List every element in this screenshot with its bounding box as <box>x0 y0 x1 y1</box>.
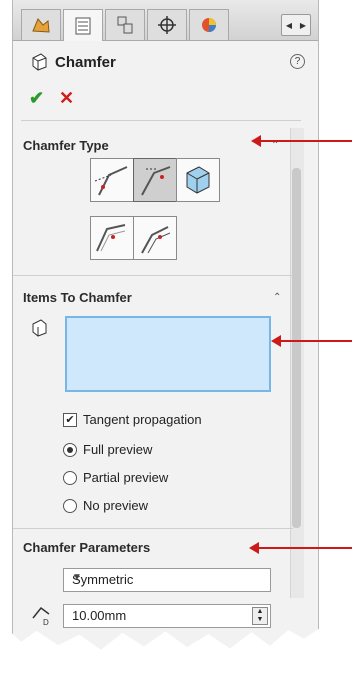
propertymanager-icon <box>75 17 91 34</box>
edge-face-selection-icon <box>32 319 47 337</box>
collapse-chevron-icon[interactable]: ⌃ <box>273 292 281 303</box>
tangent-propagation-checkbox[interactable]: ✔ Tangent propagation <box>63 412 202 427</box>
tab-featuremanager[interactable] <box>21 9 61 40</box>
manager-tab-bar: ◀ ▶ <box>13 0 318 41</box>
tab-propertymanager[interactable] <box>63 9 103 41</box>
chamfer-mode-dropdown[interactable]: Symmetric ▼ <box>63 568 271 592</box>
divider <box>21 120 301 121</box>
distance-distance-chamfer-icon <box>141 166 171 196</box>
featuremanager-icon <box>32 18 50 33</box>
distance-distance-chamfer-button[interactable] <box>133 158 177 202</box>
scrollbar-thumb[interactable] <box>292 168 301 528</box>
full-preview-radio[interactable]: Full preview <box>63 442 152 457</box>
radio-button[interactable] <box>63 470 77 485</box>
face-face-chamfer-icon <box>141 226 171 254</box>
vertex-chamfer-button[interactable] <box>176 158 220 202</box>
ok-button[interactable]: ✔ <box>29 88 44 109</box>
divider <box>13 275 293 276</box>
callout-arrow-chamfer-type <box>251 135 352 147</box>
checkbox-check-icon[interactable]: ✔ <box>63 412 77 427</box>
full-preview-label: Full preview <box>83 442 153 457</box>
scroll-left-icon[interactable]: ◀ <box>286 21 292 30</box>
tangent-propagation-label: Tangent propagation <box>83 412 202 427</box>
cancel-button[interactable]: ✕ <box>59 88 74 109</box>
tab-dimxpertmanager[interactable] <box>147 9 187 40</box>
items-selection-box[interactable] <box>65 316 271 392</box>
partial-preview-label: Partial preview <box>83 470 169 485</box>
scroll-right-icon[interactable]: ▶ <box>300 21 306 30</box>
radio-button[interactable] <box>63 498 77 513</box>
face-face-chamfer-button[interactable] <box>133 216 177 260</box>
offset-face-chamfer-button[interactable] <box>90 216 134 260</box>
angle-distance-chamfer-button[interactable] <box>90 158 134 202</box>
section-title-chamfer-parameters[interactable]: Chamfer Parameters <box>23 540 150 555</box>
partial-preview-radio[interactable]: Partial preview <box>63 470 168 485</box>
configurationmanager-icon <box>117 16 133 34</box>
callout-arrow-chamfer-parameters <box>249 542 352 554</box>
distance-value: 10.00mm <box>72 608 127 623</box>
tab-configurationmanager[interactable] <box>105 9 145 40</box>
divider <box>13 528 293 529</box>
svg-text:D: D <box>43 618 49 626</box>
displaymanager-icon <box>202 18 216 32</box>
no-preview-label: No preview <box>83 498 149 513</box>
distance-input[interactable]: 10.00mm ▲ ▼ <box>63 604 271 628</box>
feature-title-row: Chamfer ? <box>29 52 309 74</box>
dimxpert-crosshair-icon <box>158 16 176 34</box>
chamfer-feature-icon <box>32 53 47 71</box>
spinner-arrows-icon[interactable]: ▲ ▼ <box>252 607 268 625</box>
tab-scroll-arrows[interactable]: ◀ ▶ <box>281 14 311 36</box>
angle-distance-chamfer-icon <box>94 166 128 196</box>
help-icon[interactable]: ? <box>290 54 305 69</box>
chevron-down-icon[interactable]: ▼ <box>72 572 264 583</box>
section-title-items-to-chamfer[interactable]: Items To Chamfer <box>23 290 132 305</box>
tab-displaymanager[interactable] <box>189 9 229 40</box>
radio-button[interactable] <box>63 442 77 457</box>
distance-icon: D <box>32 606 50 626</box>
property-manager-panel: ◀ ▶ Chamfer ? ✔ ✕ Chamfer Type ⌃ Items To… <box>12 0 319 650</box>
section-title-chamfer-type[interactable]: Chamfer Type <box>23 138 109 153</box>
vertex-chamfer-icon <box>186 166 210 194</box>
callout-arrow-items-to-chamfer <box>271 335 352 347</box>
no-preview-radio[interactable]: No preview <box>63 498 148 513</box>
offset-face-chamfer-icon <box>96 224 126 252</box>
feature-title: Chamfer <box>55 54 116 71</box>
